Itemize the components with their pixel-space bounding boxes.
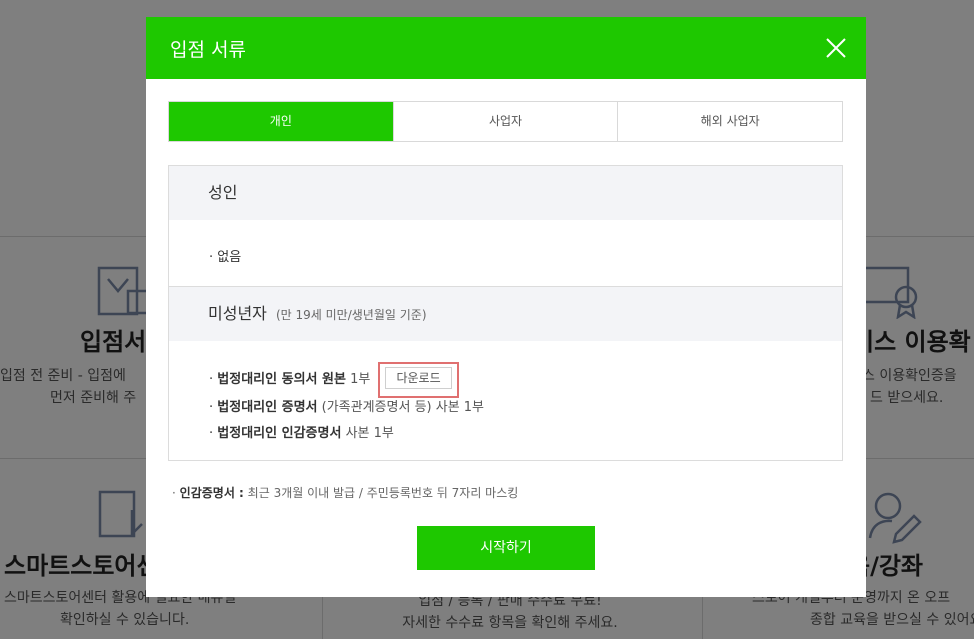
document-detail: 사본 1부 [345, 426, 394, 441]
tab-overseas-business[interactable]: 해외 사업자 [617, 102, 843, 141]
document-detail: 1부 [350, 372, 371, 387]
applicant-type-tabs: 개인 사업자 해외 사업자 [168, 101, 843, 142]
document-name: 법정대리인 동의서 원본 [217, 372, 346, 387]
modal-header: 입점 서류 [146, 17, 866, 79]
modal-title: 입점 서류 [170, 39, 246, 61]
list-item: · 법정대리인 인감증명서 사본 1부 [209, 421, 842, 447]
minor-subheading: (만 19세 미만/생년월일 기준) [275, 308, 427, 322]
document-name: 법정대리인 증명서 [217, 400, 318, 415]
adult-heading: 성인 [208, 183, 238, 202]
note-bullet: · [172, 486, 176, 500]
download-button[interactable]: 다운로드 [385, 367, 452, 389]
adult-section-heading: 성인 [169, 166, 842, 220]
start-button[interactable]: 시작하기 [417, 526, 595, 570]
documents-box: 성인 · 없음 미성년자 (만 19세 미만/생년월일 기준) · 법정대리인 … [168, 165, 843, 461]
document-detail: (가족관계증명서 등) 사본 1부 [321, 400, 485, 415]
note-text: 최근 3개월 이내 발급 / 주민등록번호 뒤 7자리 마스킹 [247, 486, 519, 500]
list-item: · 법정대리인 동의서 원본 1부 다운로드 [209, 362, 842, 398]
document-name: 법정대리인 인감증명서 [217, 426, 342, 441]
minor-section-body: · 법정대리인 동의서 원본 1부 다운로드 · 법정대리인 증명서 (가족관계… [169, 341, 842, 447]
list-bullet: · [209, 426, 214, 441]
minor-section-heading: 미성년자 (만 19세 미만/생년월일 기준) [169, 287, 842, 341]
tab-business[interactable]: 사업자 [392, 102, 618, 141]
close-icon[interactable] [822, 34, 850, 62]
list-bullet: · [209, 372, 214, 387]
note-label: 인감증명서 : [179, 486, 244, 500]
adult-section-body: · 없음 [169, 220, 842, 287]
download-highlight: 다운로드 [378, 362, 459, 398]
list-item: · 법정대리인 증명서 (가족관계증명서 등) 사본 1부 [209, 395, 842, 421]
list-item: · 없음 [209, 250, 242, 265]
tab-individual[interactable]: 개인 [169, 102, 393, 141]
seal-certificate-note: · 인감증명서 : 최근 3개월 이내 발급 / 주민등록번호 뒤 7자리 마스… [172, 484, 518, 501]
minor-heading: 미성년자 [208, 304, 267, 323]
list-bullet: · [209, 400, 214, 415]
documents-modal: 입점 서류 개인 사업자 해외 사업자 성인 · 없음 미성년자 (만 19세 … [146, 17, 866, 597]
